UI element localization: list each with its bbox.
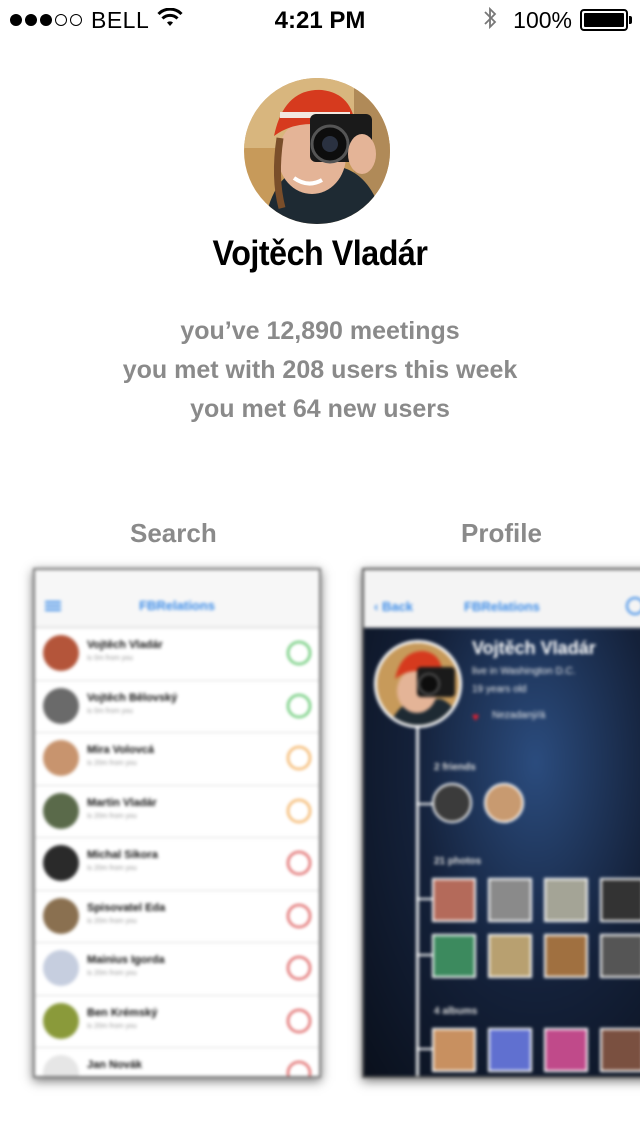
timeline-spine [416, 728, 419, 1076]
user-distance: is 20m from you [87, 1022, 137, 1030]
search-result-row[interactable]: Vojtěch Bělovský is 0m from you [35, 681, 319, 733]
user-distance: is 20m from you [87, 760, 137, 767]
user-name: Mira Volovcá [87, 744, 155, 756]
action-icon[interactable] [287, 903, 311, 928]
back-label: Back [381, 599, 414, 614]
action-icon[interactable] [287, 693, 311, 718]
profile-preview-body: Vojtěch Vladár live in Washington D.C. 1… [364, 628, 640, 1076]
action-icon[interactable] [287, 798, 311, 823]
meetings-count: you’ve 12,890 meetings [180, 317, 460, 345]
photo-thumb [544, 878, 588, 922]
user-name: Vojtěch Bělovský [87, 691, 178, 704]
user-avatar [43, 845, 79, 881]
action-icon[interactable] [287, 1008, 311, 1033]
user-avatar [43, 897, 79, 934]
user-name: Spisovatel Eda [87, 901, 166, 914]
preview-profile-name: Vojtěch Vladár [472, 638, 596, 658]
user-avatar [43, 950, 79, 986]
preview-relationship: Nezadaný/á [492, 710, 546, 721]
user-distance: is 20m from you [87, 970, 137, 977]
friend-avatar [484, 783, 524, 823]
user-name: Michal Sikora [87, 849, 158, 861]
profile-preview-card[interactable]: ‹ Back FBRelations Vojtěch Vladár live i… [362, 568, 640, 1078]
search-result-row[interactable]: Vojtěch Vladár is 0m from you [35, 628, 319, 681]
user-avatar [43, 740, 79, 776]
search-preview-label: Search [130, 518, 217, 548]
preview-title: FBRelations [464, 599, 540, 614]
photo-thumb [544, 934, 588, 978]
user-distance: is 0m from you [87, 655, 133, 662]
heart-icon: ♥ [472, 710, 480, 724]
action-icon[interactable] [287, 956, 311, 980]
album-thumb [488, 1028, 532, 1072]
user-name: Mainius Igorda [87, 954, 165, 966]
action-icon[interactable] [287, 851, 311, 875]
profile-name: Vojtěch Vladár [212, 234, 428, 273]
user-distance: is 20m from you [87, 865, 137, 872]
album-thumb [432, 1028, 476, 1072]
user-distance: is 20m from you [87, 812, 137, 820]
photo-thumb [432, 878, 476, 922]
search-result-row[interactable]: Ben Krémský is 20m from you [35, 996, 319, 1048]
user-distance: is 20m from you [87, 917, 137, 925]
action-icon[interactable] [287, 1061, 311, 1076]
search-result-row[interactable]: Spisovatel Eda is 20m from you [35, 891, 319, 943]
preview-location: live in Washington D.C. [472, 666, 576, 677]
profile-avatar[interactable] [244, 78, 390, 224]
album-thumb [600, 1028, 640, 1072]
search-preview-card[interactable]: FBRelations Vojtěch Vladár is 0m from you… [33, 568, 321, 1078]
search-result-list: Vojtěch Vladár is 0m from you Vojtěch Bělo… [35, 628, 319, 1076]
preview-avatar [374, 640, 462, 728]
profile-preview-label: Profile [461, 518, 542, 548]
friends-label: 2 friends [434, 762, 476, 773]
search-result-row[interactable]: Jan Novák [35, 1048, 319, 1076]
battery-area: 100% [483, 6, 632, 35]
user-name: Martin Vladár [87, 796, 157, 809]
search-result-row[interactable]: Martin Vladár is 20m from you [35, 786, 319, 838]
add-icon [626, 597, 640, 615]
status-bar: BELL 4:21 PM 100% [0, 0, 640, 40]
photo-thumb [600, 934, 640, 978]
photo-thumb [600, 878, 640, 922]
user-distance: is 0m from you [87, 707, 133, 715]
user-avatar [43, 635, 79, 671]
preview-navbar: ‹ Back FBRelations [364, 570, 640, 628]
battery-percent: 100% [513, 6, 572, 33]
action-icon[interactable] [287, 641, 311, 665]
back-link: ‹ Back [374, 599, 414, 614]
user-name: Ben Krémský [87, 1006, 158, 1019]
preview-title: FBRelations [139, 598, 215, 613]
action-icon[interactable] [287, 746, 311, 770]
user-avatar [43, 687, 79, 724]
user-name: Jan Novák [87, 1059, 143, 1071]
photo-thumb [488, 934, 532, 978]
preview-age: 19 years old [472, 684, 527, 695]
user-name: Vojtěch Vladár [87, 639, 163, 651]
photo-thumb [488, 878, 532, 922]
preview-navbar: FBRelations [35, 570, 319, 628]
profile-stats: you’ve 12,890 meetings you met with 208 … [0, 312, 640, 429]
battery-icon [580, 9, 632, 31]
weekly-users: you met with 208 users this week [122, 356, 518, 384]
search-result-row[interactable]: Michal Sikora is 20m from you [35, 838, 319, 891]
photos-label: 21 photos [434, 856, 482, 867]
bluetooth-icon [483, 6, 497, 35]
search-result-row[interactable]: Mainius Igorda is 20m from you [35, 943, 319, 996]
user-avatar [43, 792, 79, 829]
new-users: you met 64 new users [190, 395, 450, 423]
search-result-row[interactable]: Mira Volovcá is 20m from you [35, 733, 319, 786]
album-thumb [544, 1028, 588, 1072]
albums-label: 4 albums [434, 1006, 478, 1017]
user-avatar [43, 1055, 79, 1076]
photo-thumb [432, 934, 476, 978]
user-avatar [43, 1002, 79, 1039]
friend-avatar [432, 783, 472, 823]
